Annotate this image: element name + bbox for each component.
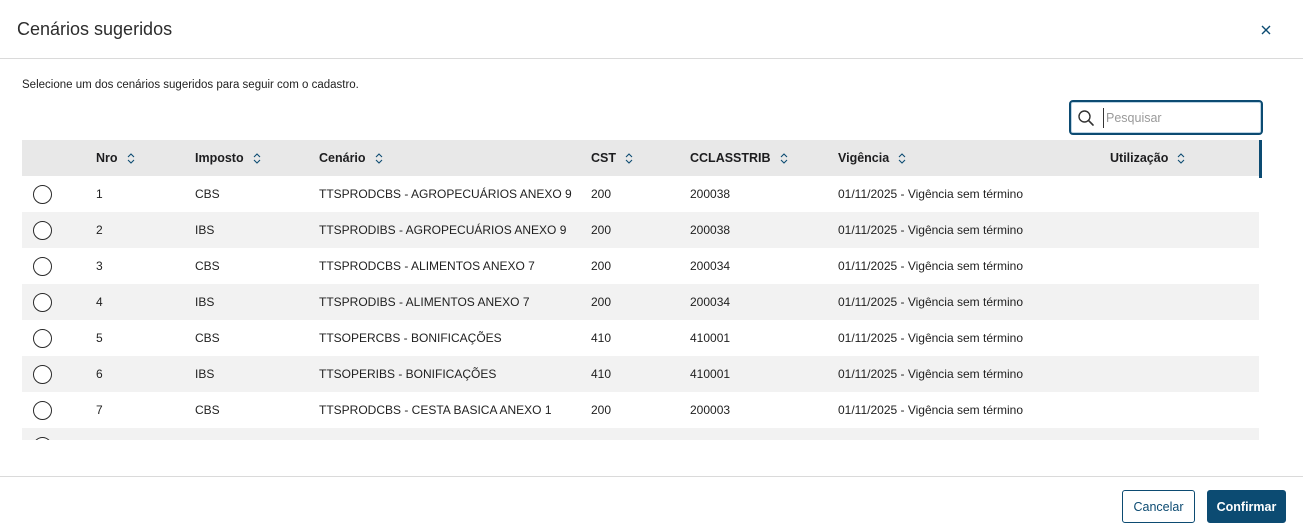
cell-nro: 7 xyxy=(96,403,103,417)
table-row[interactable]: 3 CBS TTSPRODCBS - ALIMENTOS ANEXO 7 200… xyxy=(22,248,1259,284)
row-radio[interactable] xyxy=(33,257,52,276)
cell-cclasstrib: 200038 xyxy=(690,187,731,201)
sort-icon xyxy=(898,152,906,164)
cell-vigencia: 01/11/2025 - Vigência sem término xyxy=(838,187,1023,201)
column-header-cclasstrib[interactable]: CCLASSTRIB xyxy=(690,151,788,165)
cell-vigencia: 01/11/2025 - Vigência sem término xyxy=(838,295,1023,309)
cell-vigencia: 01/11/2025 - Vigência sem término xyxy=(838,223,1023,237)
cell-cenario: TTSPRODIBS - AGROPECUÁRIOS ANEXO 9 xyxy=(319,223,567,237)
cell-vigencia: 01/11/2025 - Vigência sem término xyxy=(838,367,1023,381)
row-radio[interactable] xyxy=(33,329,52,348)
table-row[interactable]: 6 IBS TTSOPERIBS - BONIFICAÇÕES 410 4100… xyxy=(22,356,1259,392)
cell-cst: 200 xyxy=(591,259,612,273)
cell-cclasstrib: 200003 xyxy=(690,403,731,417)
cell-cenario: TTSPRODIBS - ALIMENTOS ANEXO 7 xyxy=(319,295,530,309)
column-header-nro[interactable]: Nro xyxy=(96,151,135,165)
search-box xyxy=(1069,100,1263,135)
column-header-cenario[interactable]: Cenário xyxy=(319,151,383,165)
cell-cclasstrib: 200038 xyxy=(690,223,731,237)
cell-vigencia: 01/11/2025 - Vigência sem término xyxy=(838,403,1023,417)
cell-nro: 4 xyxy=(96,295,103,309)
cell-imposto: CBS xyxy=(195,403,220,417)
row-radio[interactable] xyxy=(33,185,52,204)
search-icon xyxy=(1078,110,1094,126)
cell-cenario: TTSPRODCBS - ALIMENTOS ANEXO 7 xyxy=(319,259,535,273)
cell-cenario: TTSOPERIBS - BONIFICAÇÕES xyxy=(319,367,497,381)
cell-imposto: CBS xyxy=(195,187,220,201)
cell-imposto: CBS xyxy=(195,259,220,273)
cell-cst: 200 xyxy=(591,295,612,309)
cell-nro: 3 xyxy=(96,259,103,273)
column-header-utilizacao[interactable]: Utilização xyxy=(1110,151,1185,165)
cell-cenario: TTSPRODCBS - CESTA BASICA ANEXO 1 xyxy=(319,403,552,417)
scenario-table: Nro Imposto Cenário CST CCLASSTRIB Vigên… xyxy=(22,140,1262,440)
cell-vigencia: 01/11/2025 - Vigência sem término xyxy=(838,259,1023,273)
table-row-partial[interactable] xyxy=(22,428,1259,440)
table-row[interactable]: 1 CBS TTSPRODCBS - AGROPECUÁRIOS ANEXO 9… xyxy=(22,176,1259,212)
column-header-imposto[interactable]: Imposto xyxy=(195,151,261,165)
table-row[interactable]: 4 IBS TTSPRODIBS - ALIMENTOS ANEXO 7 200… xyxy=(22,284,1259,320)
row-radio[interactable] xyxy=(33,401,52,420)
modal-header: Cenários sugeridos xyxy=(0,0,1303,59)
scenario-modal: Cenários sugeridos Selecione um dos cená… xyxy=(0,0,1303,532)
cell-cst: 200 xyxy=(591,223,612,237)
search-input[interactable] xyxy=(1103,108,1253,128)
table-row[interactable]: 7 CBS TTSPRODCBS - CESTA BASICA ANEXO 1 … xyxy=(22,392,1259,428)
cell-imposto: IBS xyxy=(195,367,215,381)
cell-vigencia: 01/11/2025 - Vigência sem término xyxy=(838,331,1023,345)
cell-cclasstrib: 410001 xyxy=(690,331,731,345)
sort-icon xyxy=(780,152,787,164)
cell-nro: 1 xyxy=(96,187,103,201)
sort-icon xyxy=(127,152,134,164)
cell-cenario: TTSPRODCBS - AGROPECUÁRIOS ANEXO 9 xyxy=(319,187,572,201)
scrollbar[interactable] xyxy=(1259,140,1262,178)
row-radio[interactable] xyxy=(33,437,52,440)
instruction-text: Selecione um dos cenários sugeridos para… xyxy=(22,79,359,91)
sort-icon xyxy=(1177,152,1185,164)
cell-cst: 410 xyxy=(591,367,612,381)
cell-cst: 410 xyxy=(591,331,612,345)
table-row[interactable]: 5 CBS TTSOPERCBS - BONIFICAÇÕES 410 4100… xyxy=(22,320,1259,356)
cell-nro: 6 xyxy=(96,367,103,381)
cell-cclasstrib: 200034 xyxy=(690,259,731,273)
close-icon xyxy=(1261,25,1271,35)
cell-cenario: TTSOPERCBS - BONIFICAÇÕES xyxy=(319,331,502,345)
modal-footer: Cancelar Confirmar xyxy=(0,476,1303,532)
row-radio[interactable] xyxy=(33,365,52,384)
modal-title: Cenários sugeridos xyxy=(17,19,173,39)
cell-cst: 200 xyxy=(591,187,612,201)
sort-icon xyxy=(375,152,382,164)
cell-imposto: CBS xyxy=(195,331,220,345)
cell-cclasstrib: 410001 xyxy=(690,367,731,381)
cell-imposto: IBS xyxy=(195,295,215,309)
cell-nro: 2 xyxy=(96,223,103,237)
cell-cst: 200 xyxy=(591,403,612,417)
table-header: Nro Imposto Cenário CST CCLASSTRIB Vigên… xyxy=(22,140,1259,176)
cell-imposto: IBS xyxy=(195,223,215,237)
row-radio[interactable] xyxy=(33,221,52,240)
sort-icon xyxy=(253,152,260,164)
confirm-button[interactable]: Confirmar xyxy=(1207,490,1286,523)
sort-icon xyxy=(625,152,633,164)
column-header-cst[interactable]: CST xyxy=(591,151,633,165)
close-button[interactable] xyxy=(1255,19,1277,41)
cell-cclasstrib: 200034 xyxy=(690,295,731,309)
cell-nro: 5 xyxy=(96,331,103,345)
row-radio[interactable] xyxy=(33,293,52,312)
table-row[interactable]: 2 IBS TTSPRODIBS - AGROPECUÁRIOS ANEXO 9… xyxy=(22,212,1259,248)
column-header-vigencia[interactable]: Vigência xyxy=(838,151,906,165)
cancel-button[interactable]: Cancelar xyxy=(1122,490,1195,523)
